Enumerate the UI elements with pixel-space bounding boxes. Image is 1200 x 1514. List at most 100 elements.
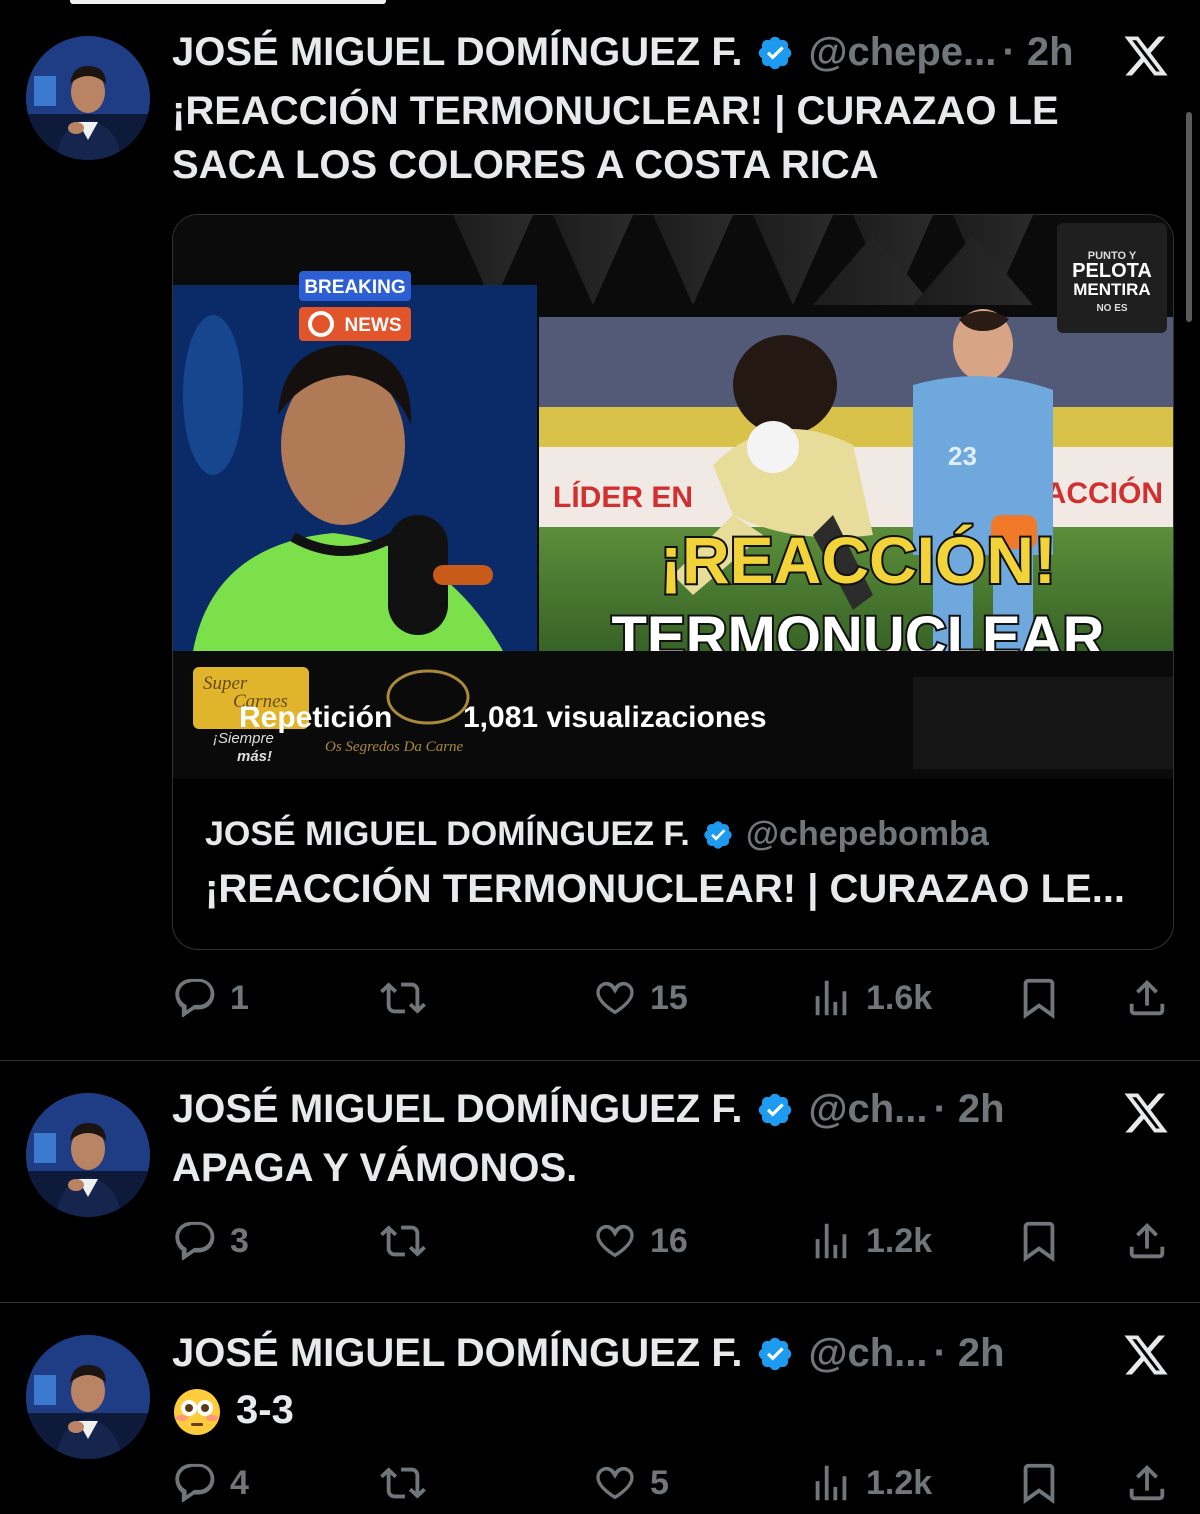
bookmark-button[interactable] xyxy=(1016,1211,1062,1271)
like-count: 5 xyxy=(650,1463,669,1502)
views-icon xyxy=(815,980,847,1016)
avatar[interactable] xyxy=(26,1335,150,1459)
bookmark-icon xyxy=(1023,978,1055,1019)
logo-main-text-2: MENTIRA xyxy=(1073,280,1150,299)
verified-badge-icon xyxy=(759,36,792,69)
retweet-button[interactable] xyxy=(380,1453,426,1513)
reply-count: 3 xyxy=(230,1221,249,1260)
like-button[interactable]: 16 xyxy=(592,1211,688,1271)
tweet-time[interactable]: · 2h xyxy=(933,1087,1004,1132)
views-button[interactable]: 1.2k xyxy=(808,1211,932,1271)
video-thumbnail[interactable]: BREAKING NEWS LÍDER EN ACCIÓN 23 ¡REACCI… xyxy=(173,215,1173,779)
like-count: 16 xyxy=(650,1221,688,1260)
card-author-name: JOSÉ MIGUEL DOMÍNGUEZ F. xyxy=(205,815,690,853)
stadium-banner-text: LÍDER EN xyxy=(553,480,693,514)
bookmark-button[interactable] xyxy=(1016,1453,1062,1513)
share-button[interactable] xyxy=(1124,1211,1170,1271)
flushed-face-emoji xyxy=(174,1389,220,1436)
views-button[interactable]: 1.6k xyxy=(808,968,932,1028)
sponsor-1-line-d: más! xyxy=(237,748,272,765)
tweet-header: JOSÉ MIGUEL DOMÍNGUEZ F. @ch... · 2h xyxy=(172,1087,1005,1132)
x-logo-icon xyxy=(1124,36,1168,76)
reply-icon xyxy=(175,1463,215,1503)
author-name[interactable]: JOSÉ MIGUEL DOMÍNGUEZ F. xyxy=(172,1331,742,1376)
author-handle[interactable]: @ch... xyxy=(808,1087,927,1132)
tweet-time[interactable]: · 2h xyxy=(933,1331,1004,1376)
retweet-button[interactable] xyxy=(380,968,426,1028)
author-handle[interactable]: @chepe... xyxy=(808,30,996,75)
verified-badge-icon xyxy=(759,1337,792,1370)
tweet-text: APAGA Y VÁMONOS. xyxy=(172,1146,578,1190)
card-title: ¡REACCIÓN TERMONUCLEAR! | CURAZAO LE... xyxy=(205,867,1126,911)
replay-label: Repetición xyxy=(239,701,392,734)
reply-button[interactable]: 3 xyxy=(172,1211,249,1271)
author-name[interactable]: JOSÉ MIGUEL DOMÍNGUEZ F. xyxy=(172,30,742,75)
share-icon xyxy=(1129,1464,1165,1501)
x-logo-icon xyxy=(1124,1335,1168,1375)
tweet-header: JOSÉ MIGUEL DOMÍNGUEZ F. @chepe... · 2h xyxy=(172,30,1074,75)
like-icon xyxy=(596,1224,634,1258)
reply-icon xyxy=(175,1221,215,1261)
avatar-image xyxy=(26,1093,150,1217)
author-name[interactable]: JOSÉ MIGUEL DOMÍNGUEZ F. xyxy=(172,1087,742,1132)
share-button[interactable] xyxy=(1124,968,1170,1028)
like-icon xyxy=(596,1466,634,1500)
reply-count: 4 xyxy=(230,1463,249,1502)
reply-count: 1 xyxy=(230,978,249,1017)
like-button[interactable]: 15 xyxy=(592,968,688,1028)
tweet-actions: 1 15 1.6k xyxy=(172,968,1172,1028)
jersey-number: 23 xyxy=(948,441,977,471)
logo-main-text-1: PELOTA xyxy=(1072,260,1152,282)
retweet-icon xyxy=(380,1225,426,1257)
x-logo-icon xyxy=(1124,1093,1168,1133)
bookmark-icon xyxy=(1023,1463,1055,1504)
tweet-actions: 4 5 1.2k xyxy=(172,1453,1172,1513)
verified-badge-icon xyxy=(759,1093,792,1126)
view-count: 1.2k xyxy=(866,1463,933,1502)
tweet-3[interactable]: JOSÉ MIGUEL DOMÍNGUEZ F. @ch... · 2h 3-3… xyxy=(0,1302,1200,1514)
logo-bottom-text: NO ES xyxy=(1096,303,1127,314)
avatar[interactable] xyxy=(26,36,150,160)
share-button[interactable] xyxy=(1124,1453,1170,1513)
breaking-badge: BREAKING xyxy=(304,277,405,298)
reply-icon xyxy=(175,978,215,1018)
like-button[interactable]: 5 xyxy=(592,1453,669,1513)
video-thumbnail-image: BREAKING NEWS LÍDER EN ACCIÓN 23 ¡REACCI… xyxy=(173,215,1173,779)
views-icon xyxy=(815,1223,847,1259)
bookmark-icon xyxy=(1023,1221,1055,1262)
tweet-2[interactable]: JOSÉ MIGUEL DOMÍNGUEZ F. @ch... · 2h APA… xyxy=(0,1060,1200,1302)
retweet-icon xyxy=(380,1467,426,1499)
tweet-actions: 3 16 1.2k xyxy=(172,1211,1172,1271)
card-author: JOSÉ MIGUEL DOMÍNGUEZ F. @chepebomba xyxy=(205,815,989,854)
reply-button[interactable]: 1 xyxy=(172,968,249,1028)
share-icon xyxy=(1129,979,1165,1016)
tweet-text: 3-3 xyxy=(172,1383,294,1437)
tweet-text-line-2: SACA LOS COLORES A COSTA RICA xyxy=(172,143,879,187)
retweet-icon xyxy=(380,982,426,1014)
avatar[interactable] xyxy=(26,1093,150,1217)
bookmark-button[interactable] xyxy=(1016,968,1062,1028)
tweet-text-line-1: ¡REACCIÓN TERMONUCLEAR! | CURAZAO LE xyxy=(172,89,1059,133)
like-icon xyxy=(596,981,634,1015)
stadium-banner-right: ACCIÓN xyxy=(1045,476,1163,510)
avatar-image xyxy=(26,36,150,160)
verified-badge-icon xyxy=(704,820,732,849)
tweet-1[interactable]: JOSÉ MIGUEL DOMÍNGUEZ F. @chepe... · 2h … xyxy=(0,0,1200,1060)
views-icon xyxy=(815,1465,847,1501)
retweet-button[interactable] xyxy=(380,1211,426,1271)
view-count: 1.2k xyxy=(866,1221,933,1260)
views-button[interactable]: 1.2k xyxy=(808,1453,932,1513)
news-badge: NEWS xyxy=(345,315,402,336)
tweet-text: ¡REACCIÓN TERMONUCLEAR! | CURAZAO LE SAC… xyxy=(172,84,1059,192)
sponsor-2-text: Os Segredos Da Carne xyxy=(325,739,464,755)
video-card[interactable]: BREAKING NEWS LÍDER EN ACCIÓN 23 ¡REACCI… xyxy=(172,214,1174,950)
share-icon xyxy=(1129,1222,1165,1259)
tweet-header: JOSÉ MIGUEL DOMÍNGUEZ F. @ch... · 2h xyxy=(172,1331,1005,1376)
thumbnail-headline-1: ¡REACCIÓN! xyxy=(660,523,1056,597)
like-count: 15 xyxy=(650,978,688,1017)
tweet-text-score: 3-3 xyxy=(236,1388,294,1432)
author-handle[interactable]: @ch... xyxy=(808,1331,927,1376)
tweet-time[interactable]: · 2h xyxy=(1002,30,1073,75)
card-author-handle: @chepebomba xyxy=(745,815,989,853)
reply-button[interactable]: 4 xyxy=(172,1453,249,1513)
